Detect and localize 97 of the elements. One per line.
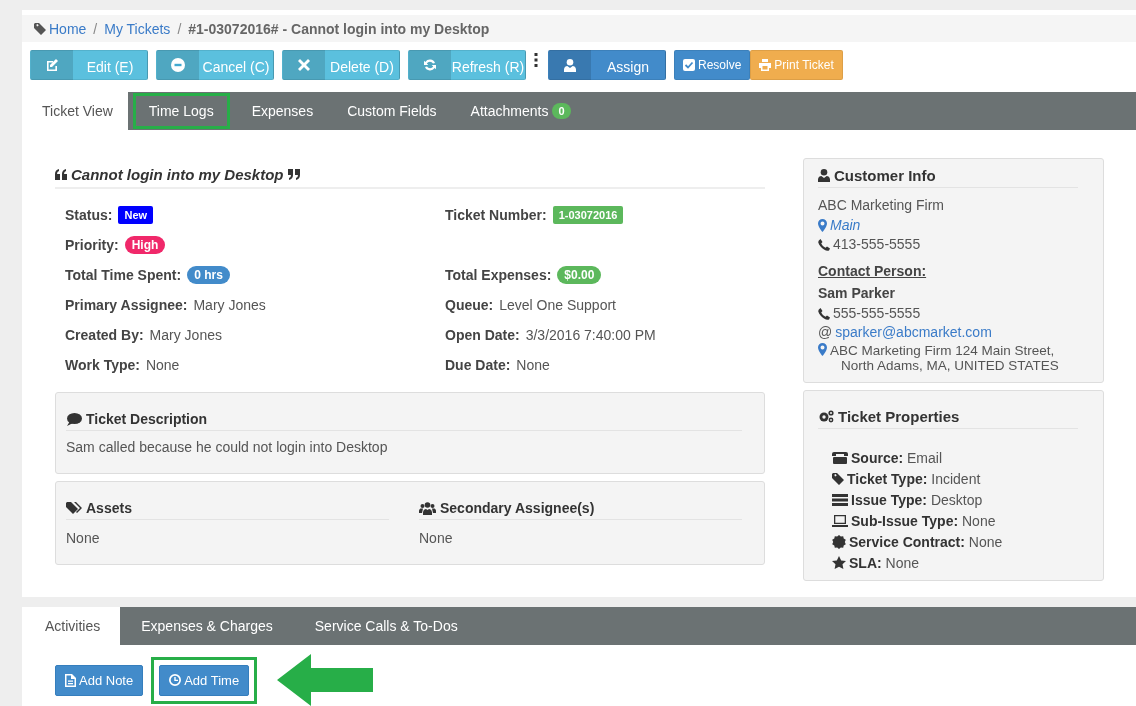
toolbar-button[interactable]: Delete (D) bbox=[282, 50, 400, 81]
property-text: SLA: None bbox=[849, 554, 920, 571]
refresh-icon bbox=[423, 58, 437, 73]
tag-icon bbox=[34, 22, 46, 35]
comment-icon bbox=[66, 412, 82, 426]
arrow-icon bbox=[277, 654, 374, 706]
contact-heading: Contact Person: bbox=[818, 261, 928, 281]
field-label: Total Expenses: bbox=[445, 266, 552, 283]
field-label: Status: bbox=[65, 206, 113, 223]
phone-number: 555-555-5555 bbox=[833, 303, 921, 323]
user-icon bbox=[818, 169, 830, 183]
field-value: Level One Support bbox=[499, 296, 616, 313]
field-label: Created By: bbox=[65, 326, 144, 343]
assets-value: None bbox=[66, 530, 101, 547]
more-icon[interactable] bbox=[534, 53, 538, 68]
email-link[interactable]: sparker@abcmarket.com bbox=[835, 323, 992, 343]
field-label: Work Type: bbox=[65, 356, 140, 373]
value-badge: High bbox=[124, 235, 166, 254]
phone-icon bbox=[818, 239, 830, 252]
breadcrumb-separator: / bbox=[93, 20, 98, 37]
star-icon bbox=[832, 556, 846, 570]
toolbar-button[interactable]: Edit (E) bbox=[30, 50, 148, 81]
tab[interactable]: Service Calls & To-Dos bbox=[293, 607, 479, 645]
quote-icon bbox=[55, 169, 67, 181]
panel-title: Ticket Description bbox=[86, 411, 208, 428]
field-value: Mary Jones bbox=[193, 296, 266, 313]
toolbar-button[interactable]: Cancel (C) bbox=[156, 50, 274, 81]
status-tag: New bbox=[118, 205, 154, 224]
check-square-icon bbox=[683, 59, 695, 72]
description-text: Sam called because he could not login into Desktop bbox=[66, 439, 389, 456]
map-marker-icon bbox=[818, 342, 827, 356]
panel-title: Secondary Assignee(s) bbox=[440, 500, 595, 517]
breadcrumb-link[interactable]: Home bbox=[49, 20, 87, 37]
field-label: Open Date: bbox=[445, 326, 520, 343]
value-badge: 0 hrs bbox=[187, 265, 230, 284]
fax-icon bbox=[832, 451, 848, 464]
field-label: Due Date: bbox=[445, 356, 511, 373]
printer-icon bbox=[759, 59, 772, 72]
field-value: None bbox=[145, 356, 180, 373]
tags-icon bbox=[66, 501, 82, 515]
seal-icon bbox=[832, 534, 846, 549]
clock-icon bbox=[169, 674, 182, 686]
edit-icon bbox=[45, 58, 59, 73]
tab[interactable]: Expenses bbox=[234, 92, 331, 131]
field-label: Priority: bbox=[65, 236, 119, 253]
location-link[interactable]: Main bbox=[830, 215, 861, 236]
breadcrumb-link[interactable]: My Tickets bbox=[104, 20, 171, 37]
toolbar-button[interactable]: Resolve bbox=[674, 50, 751, 81]
laptop-icon bbox=[832, 514, 848, 527]
field-value: 3/3/2016 7:40:00 PM bbox=[525, 326, 656, 343]
at-sign: @ bbox=[818, 323, 833, 343]
breadcrumb-current: #1-03072016# - Cannot login into my Desktop bbox=[188, 20, 490, 37]
property-text: Sub-Issue Type: None bbox=[851, 512, 996, 529]
map-marker-icon bbox=[818, 219, 827, 233]
tab[interactable]: Ticket View bbox=[25, 92, 128, 131]
status-tag: 1-03072016 bbox=[552, 205, 624, 224]
panel-title: Assets bbox=[86, 500, 132, 517]
assignees-value: None bbox=[419, 530, 454, 547]
property-text: Issue Type: Desktop bbox=[851, 491, 983, 508]
action-button[interactable]: Add Time bbox=[159, 664, 250, 696]
field-value: Mary Jones bbox=[149, 326, 222, 343]
tab[interactable]: Attachments 0 bbox=[453, 92, 588, 131]
address-text: ABC Marketing Firm 124 Main Street, North Adams, MA, UNITED STATES bbox=[830, 342, 1059, 373]
property-text: Service Contract: None bbox=[849, 533, 1003, 550]
phone-number: 413-555-5555 bbox=[833, 235, 921, 255]
quote-icon bbox=[287, 169, 300, 181]
user-icon bbox=[564, 58, 576, 72]
property-text: Ticket Type: Incident bbox=[847, 470, 981, 487]
company-name: ABC Marketing Firm bbox=[818, 196, 946, 216]
gears-icon bbox=[818, 410, 834, 424]
ticket-title: Cannot login into my Desktop bbox=[71, 166, 284, 184]
tag-icon bbox=[832, 472, 844, 485]
toolbar-button[interactable]: Assign bbox=[548, 50, 666, 81]
x-icon bbox=[298, 59, 310, 72]
minus-circle-icon bbox=[171, 58, 185, 73]
tab[interactable]: Expenses & Charges bbox=[120, 607, 294, 645]
field-label: Total Time Spent: bbox=[65, 266, 182, 283]
users-icon bbox=[419, 501, 436, 515]
tab[interactable]: Custom Fields bbox=[330, 92, 454, 131]
panel-title: Customer Info bbox=[834, 167, 936, 185]
value-badge: $0.00 bbox=[557, 265, 602, 284]
file-icon bbox=[65, 673, 76, 687]
server-icon bbox=[832, 493, 848, 506]
action-button[interactable]: Add Note bbox=[55, 664, 144, 696]
field-label: Queue: bbox=[445, 296, 494, 313]
toolbar-button[interactable]: Refresh (R) bbox=[408, 50, 526, 81]
phone-icon bbox=[818, 307, 830, 320]
contact-name: Sam Parker bbox=[818, 284, 897, 304]
field-label: Primary Assignee: bbox=[65, 296, 188, 313]
count-badge: 0 bbox=[552, 103, 571, 120]
field-value: None bbox=[516, 356, 550, 373]
panel-title: Ticket Properties bbox=[838, 408, 960, 426]
field-label: Ticket Number: bbox=[445, 206, 547, 223]
tab[interactable]: Time Logs bbox=[131, 92, 231, 131]
property-text: Source: Email bbox=[851, 449, 943, 466]
tab[interactable]: Activities bbox=[25, 607, 121, 645]
breadcrumb-separator: / bbox=[177, 20, 182, 37]
